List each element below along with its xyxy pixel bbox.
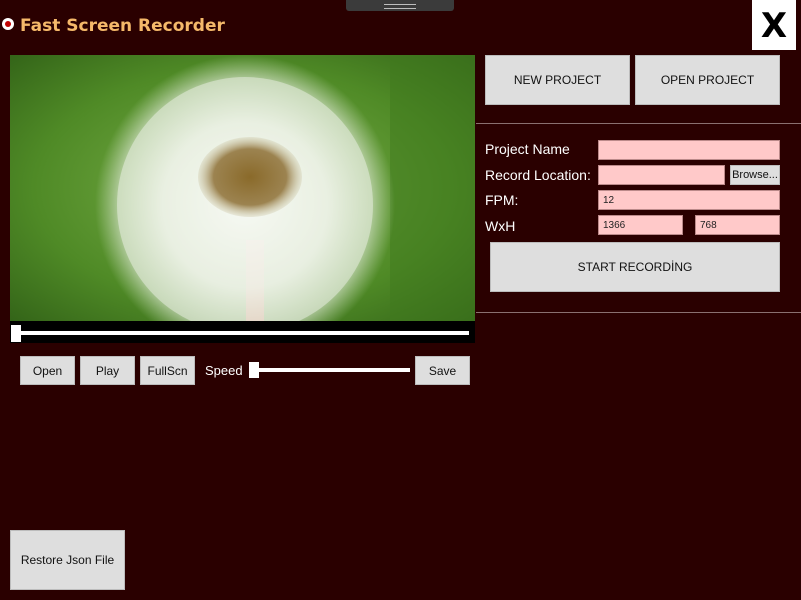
width-input[interactable]: 1366 xyxy=(598,215,683,235)
video-preview xyxy=(10,55,475,321)
record-location-input[interactable] xyxy=(598,165,725,185)
divider xyxy=(476,312,801,313)
drag-grip-handle[interactable] xyxy=(346,0,454,11)
divider xyxy=(476,123,801,124)
save-button[interactable]: Save xyxy=(415,356,470,385)
app-title: Fast Screen Recorder xyxy=(20,16,225,36)
seek-thumb[interactable] xyxy=(11,325,21,342)
project-name-label: Project Name xyxy=(485,141,570,157)
record-icon xyxy=(2,18,14,30)
play-button[interactable]: Play xyxy=(80,356,135,385)
start-recording-button[interactable]: START RECORDİNG xyxy=(490,242,780,292)
fpm-input[interactable]: 12 xyxy=(598,190,780,210)
project-name-input[interactable] xyxy=(598,140,780,160)
fpm-label: FPM: xyxy=(485,192,519,208)
browse-button[interactable]: Browse... xyxy=(730,165,780,185)
open-button[interactable]: Open xyxy=(20,356,75,385)
restore-json-button[interactable]: Restore Json File xyxy=(10,530,125,590)
speed-label: Speed xyxy=(205,363,243,378)
speed-slider-thumb[interactable] xyxy=(249,362,259,378)
new-project-button[interactable]: NEW PROJECT xyxy=(485,55,630,105)
close-button[interactable]: X xyxy=(752,0,796,50)
open-project-button[interactable]: OPEN PROJECT xyxy=(635,55,780,105)
wxh-label: WxH xyxy=(485,218,516,234)
record-location-label: Record Location: xyxy=(485,167,591,183)
height-input[interactable]: 768 xyxy=(695,215,780,235)
speed-slider-track[interactable] xyxy=(252,368,410,372)
fullscreen-button[interactable]: FullScn xyxy=(140,356,195,385)
dandelion-image xyxy=(10,55,475,321)
seek-track[interactable] xyxy=(14,331,469,335)
